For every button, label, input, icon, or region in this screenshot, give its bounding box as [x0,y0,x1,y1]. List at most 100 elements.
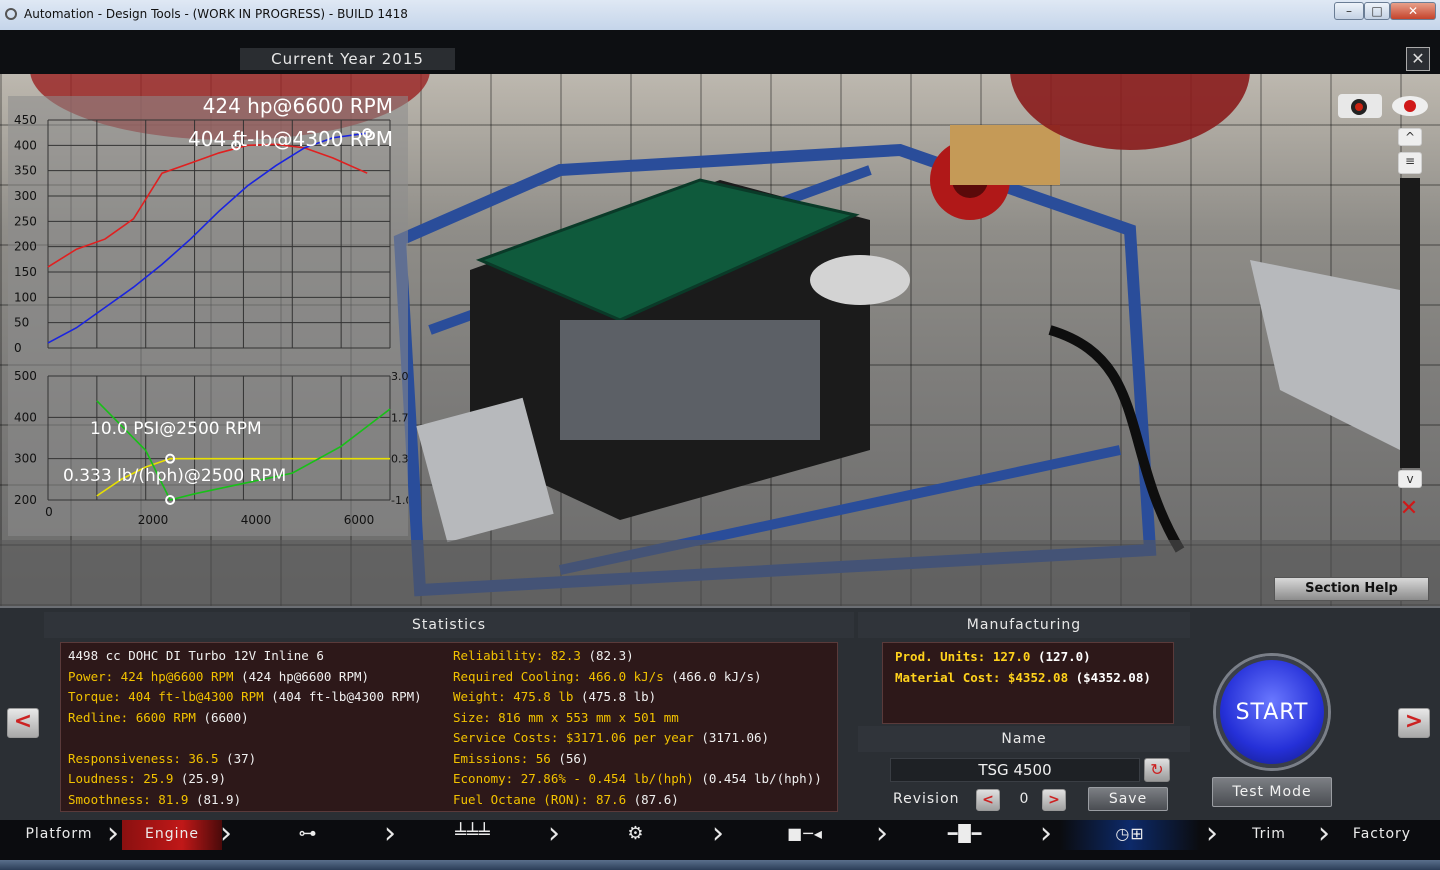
nav-factory[interactable]: Factory [1344,820,1420,850]
y-tick-label: 200 [14,493,37,507]
stat-value: (82.3) [580,648,634,663]
stat-line: Reliability: 82.3 (82.3) [453,648,634,663]
x-tick-label: 0 [45,505,53,519]
chart-title: 10.0 PSI@2500 RPM [90,419,262,439]
stat-line: Loudness: 25.9 (25.9) [68,771,226,786]
stat-value: (25.9) [173,771,227,786]
chevron-right-icon: › [548,816,560,851]
revision-prev-button[interactable]: < [976,789,1000,811]
chevron-right-icon: › [384,816,396,851]
section-help-button[interactable]: Section Help [1274,577,1429,601]
stat-label: Reliability: 82.3 [453,648,581,663]
stat-value: (0.454 lb/(hph)) [693,771,822,786]
x-tick-label: 4000 [241,513,272,527]
current-year-label: Current Year 2015 [240,48,455,70]
refresh-name-icon[interactable]: ↻ [1144,758,1170,782]
app-icon [5,8,17,20]
manufacturing-box: Prod. Units: 127.0 (127.0) Material Cost… [882,642,1174,724]
y2-tick-label: 0.3 [391,453,408,466]
stat-label: Emissions: 56 [453,751,551,766]
stat-line: Weight: 475.8 lb (475.8 lb) [453,689,656,704]
chart-title: 424 hp@6600 RPM [203,96,393,118]
stat-label: Responsiveness: 36.5 [68,751,219,766]
save-button[interactable]: Save [1088,787,1168,811]
statistics-box: 4498 cc DOHC DI Turbo 12V Inline 6 Power:… [60,642,838,812]
window-titlebar: Automation - Design Tools - (WORK IN PRO… [0,0,1440,31]
nav-engine[interactable]: Engine [130,820,214,850]
y-tick-label: 100 [14,290,37,304]
stat-label: Power: 424 hp@6600 RPM [68,669,234,684]
y2-tick-label: 1.7 [391,411,408,424]
top-band [0,30,1440,74]
revision-label: Revision [893,791,960,807]
y-tick-label: 450 [14,113,37,127]
scroll-thumb[interactable]: ≡ [1398,152,1422,174]
chevron-right-icon: › [1318,816,1330,851]
close-window-button[interactable]: ✕ [1390,2,1436,20]
reset-view-icon[interactable]: ✕ [1390,496,1428,522]
scroll-track[interactable] [1400,178,1420,468]
stat-label: Fuel Octane (RON): 87.6 [453,792,627,807]
test-mode-button[interactable]: Test Mode [1212,777,1332,807]
stat-line: Service Costs: $3171.06 per year (3171.0… [453,730,769,745]
nav-valvetrain-icon[interactable]: ╧╧╧ [446,820,500,850]
camera-icon[interactable] [1338,94,1382,118]
stat-label: Redline: 6600 RPM [68,710,196,725]
chevron-right-icon: › [220,816,232,851]
next-section-button[interactable]: > [1398,708,1430,738]
stat-value: (56) [550,751,589,766]
engine-charts-svg: 450 400 350 300 250 200 150 100 50 0 424 hp@6600 R… [14,94,412,527]
window-title: Automation - Design Tools - (WORK IN PRO… [24,7,408,21]
stat-value: (37) [218,751,257,766]
x-tick-label: 6000 [344,513,375,527]
stat-value: (81.9) [188,792,242,807]
start-button[interactable]: START [1216,656,1328,768]
chart-subtitle: 404 ft-lb@4300 RPM [188,127,393,151]
chevron-right-icon: › [876,816,888,851]
nav-platform[interactable]: Platform [16,820,102,850]
y-tick-label: 50 [14,316,29,330]
stat-line: Torque: 404 ft-lb@4300 RPM (404 ft-lb@43… [68,689,422,704]
manufacturing-header: Manufacturing [858,612,1190,638]
chevron-right-icon: › [1206,816,1218,851]
chevron-right-icon: › [107,816,119,851]
series-line [47,143,368,268]
nav-trim[interactable]: Trim [1240,820,1298,850]
revision-next-button[interactable]: > [1042,789,1066,811]
y-tick-label: 400 [14,138,37,152]
stat-line: Redline: 6600 RPM (6600) [68,710,249,725]
stat-line: Economy: 27.86% - 0.454 lb/(hph) (0.454 … [453,771,822,786]
stat-value: (6600) [195,710,249,725]
eye-icon[interactable] [1392,96,1428,116]
maximize-button[interactable]: □ [1364,2,1390,20]
nav-crankshaft-icon[interactable]: ⊶ [286,820,330,850]
chevron-right-icon: › [712,816,724,851]
prev-section-button[interactable]: < [7,708,39,738]
y-tick-label: 150 [14,265,37,279]
nav-testing-icon[interactable]: ◷⊞ [1100,820,1160,850]
scroll-up-button[interactable]: ^ [1398,128,1422,146]
nav-turbo-icon[interactable]: ⚙ [618,820,654,850]
y-tick-label: 400 [14,410,37,424]
stat-label: Size: 816 mm x 553 mm x 501 mm [453,710,679,725]
material-cost: Material Cost: $4352.08 ($4352.08) [895,670,1151,685]
stat-line: Size: 816 mm x 553 mm x 501 mm [453,710,679,725]
stat-label: Required Cooling: 466.0 kJ/s [453,669,664,684]
close-view-button[interactable]: ✕ [1406,47,1430,71]
y-tick-label: 350 [14,164,37,178]
y-tick-label: 250 [14,214,37,228]
nav-fuel-icon[interactable]: ■─◂ [770,820,840,850]
minimize-button[interactable]: – [1334,2,1364,20]
nav-exhaust-icon[interactable]: ━█━ [930,820,1000,850]
stat-label: Service Costs: $3171.06 per year [453,730,694,745]
y-tick-label: 300 [14,452,37,466]
name-header: Name [858,726,1190,752]
y2-tick-label: -1.0 [391,494,408,507]
y-tick-label: 0 [14,341,22,355]
y-tick-label: 200 [14,240,37,254]
stat-line: Power: 424 hp@6600 RPM (424 hp@6600 RPM) [68,669,369,684]
scroll-down-button[interactable]: v [1398,470,1422,488]
stat-value: (475.8 lb) [573,689,657,704]
engine-name-field[interactable]: TSG 4500 [890,758,1140,782]
stat-value: (404 ft-lb@4300 RPM) [263,689,422,704]
